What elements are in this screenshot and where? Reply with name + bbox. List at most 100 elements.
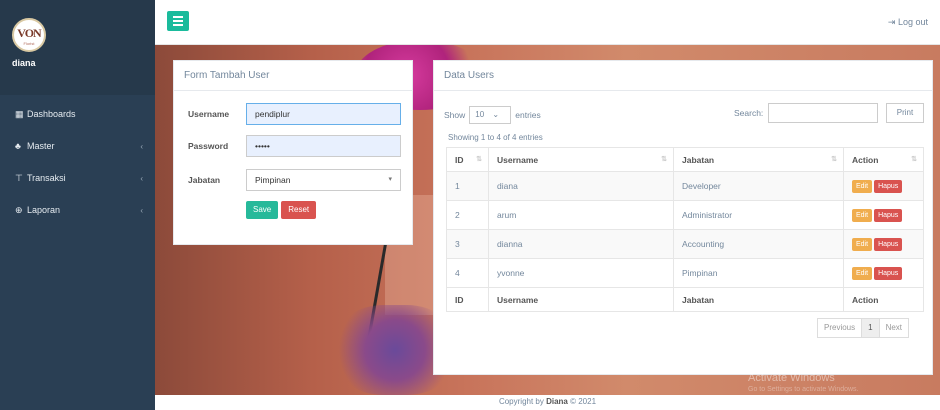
- delete-button[interactable]: Hapus: [874, 208, 903, 222]
- footer-suffix: © 2021: [567, 397, 597, 406]
- logout-link[interactable]: ⇥ Log out: [888, 17, 928, 28]
- next-page-button[interactable]: Next: [878, 318, 910, 338]
- show-label: Show: [444, 110, 466, 120]
- sort-icon: ⇅: [911, 155, 917, 163]
- cell-jabatan: Accounting: [673, 229, 844, 259]
- sign-out-icon: ⇥: [887, 17, 896, 27]
- delete-button[interactable]: Hapus: [874, 179, 903, 193]
- cell-id: 3: [446, 229, 489, 259]
- sidebar-item-transaksi[interactable]: ⊤ Transaksi ‹: [0, 162, 155, 194]
- logo-text: VON: [17, 26, 41, 40]
- username-label: Username: [188, 109, 230, 119]
- entries-label: entries: [515, 110, 541, 120]
- logout-label: Log out: [897, 17, 928, 27]
- search-control: Search:: [734, 103, 879, 123]
- save-button[interactable]: Save: [246, 201, 279, 219]
- cell-id: 1: [446, 171, 489, 201]
- cell-username: yvonne: [488, 258, 674, 288]
- chevron-left-icon: ‹: [140, 141, 143, 151]
- hamburger-icon: [173, 16, 183, 18]
- cell-jabatan: Administrator: [673, 200, 844, 230]
- cell-username: diana: [488, 171, 674, 201]
- form-actions: Save Reset: [246, 201, 317, 219]
- table-info: Showing 1 to 4 of 4 entries: [448, 133, 543, 142]
- column-header-action[interactable]: Action ⇅: [843, 147, 924, 172]
- password-label: Password: [188, 141, 229, 151]
- table-row: 4 yvonne Pimpinan Edit Hapus: [446, 258, 924, 288]
- jabatan-select[interactable]: Pimpinan ▾: [246, 169, 401, 191]
- activate-windows-subtext: Go to Settings to activate Windows.: [748, 386, 859, 393]
- edit-button[interactable]: Edit: [852, 266, 873, 280]
- cell-jabatan: Pimpinan: [673, 258, 844, 288]
- footer-id: ID: [446, 287, 489, 312]
- panel-title: Form Tambah User: [174, 61, 412, 91]
- cell-username: dianna: [488, 229, 674, 259]
- sidebar-profile: VON Florist diana: [0, 0, 155, 95]
- logo-subtext: Florist: [23, 41, 35, 46]
- data-users-panel: Data Users Show 10 ⌄ entries Search: Pri…: [433, 60, 933, 375]
- page-footer: Copyright by Diana © 2021: [155, 395, 940, 410]
- topbar: ⇥ Log out: [155, 0, 940, 45]
- cell-id: 2: [446, 200, 489, 230]
- footer-prefix: Copyright by: [498, 397, 547, 406]
- length-value: 10: [475, 110, 485, 119]
- pagination: Previous 1 Next: [817, 318, 910, 338]
- users-icon: ♣: [15, 141, 21, 151]
- footer-action: Action: [843, 287, 924, 312]
- table-row: 1 diana Developer Edit Hapus: [446, 171, 924, 201]
- footer-username: Username: [488, 287, 674, 312]
- panel-title: Data Users: [434, 61, 932, 91]
- search-label: Search:: [734, 108, 764, 118]
- menu-toggle-button[interactable]: [167, 11, 189, 31]
- activate-windows-watermark: Activate Windows: [748, 372, 835, 384]
- previous-page-button[interactable]: Previous: [817, 318, 863, 338]
- cell-jabatan: Developer: [673, 171, 844, 201]
- cell-action: Edit Hapus: [843, 171, 924, 201]
- entries-length-select[interactable]: 10 ⌄: [469, 106, 512, 124]
- column-header-jabatan[interactable]: Jabatan ⇅: [673, 147, 844, 172]
- form-tambah-user-panel: Form Tambah User Username pendiplur Pass…: [173, 60, 413, 245]
- edit-button[interactable]: Edit: [852, 179, 873, 193]
- sidebar-item-label: Dashboards: [27, 109, 76, 119]
- table-header-row: ID ⇅ Username ⇅ Jabatan ⇅ Action ⇅: [446, 147, 924, 172]
- edit-button[interactable]: Edit: [852, 208, 873, 222]
- sort-icon: ⇅: [476, 155, 482, 163]
- profile-username: diana: [12, 58, 36, 68]
- file-icon: ⊕: [15, 204, 23, 215]
- jabatan-label: Jabatan: [188, 175, 221, 185]
- column-header-username[interactable]: Username ⇅: [488, 147, 674, 172]
- cell-action: Edit Hapus: [843, 258, 924, 288]
- brand-logo[interactable]: VON Florist: [12, 18, 46, 52]
- footer-author: Diana: [546, 397, 568, 406]
- sort-icon: ⇅: [661, 155, 667, 163]
- delete-button[interactable]: Hapus: [874, 266, 903, 280]
- username-input[interactable]: pendiplur: [246, 103, 401, 125]
- jabatan-selected-value: Pimpinan: [255, 175, 291, 185]
- password-input[interactable]: •••••: [246, 135, 401, 157]
- search-input[interactable]: [768, 103, 879, 123]
- footer-jabatan: Jabatan: [673, 287, 844, 312]
- cell-username: arum: [488, 200, 674, 230]
- table-row: 2 arum Administrator Edit Hapus: [446, 200, 924, 230]
- chevron-down-icon: ⌄: [492, 110, 500, 119]
- reset-button[interactable]: Reset: [281, 201, 317, 219]
- table-row: 3 dianna Accounting Edit Hapus: [446, 229, 924, 259]
- cell-action: Edit Hapus: [843, 200, 924, 230]
- sidebar-item-master[interactable]: ♣ Master ‹: [0, 130, 155, 162]
- sidebar-item-laporan[interactable]: ⊕ Laporan ‹: [0, 194, 155, 226]
- edit-button[interactable]: Edit: [852, 237, 873, 251]
- delete-button[interactable]: Hapus: [874, 237, 903, 251]
- cell-id: 4: [446, 258, 489, 288]
- jabatan-row: Jabatan Pimpinan ▾: [188, 169, 401, 191]
- page-1-button[interactable]: 1: [861, 318, 880, 338]
- sidebar-item-dashboards[interactable]: ▦ Dashboards: [0, 98, 155, 130]
- caret-down-icon: ▾: [388, 176, 392, 183]
- sidebar-item-label: Master: [27, 141, 55, 151]
- column-header-id[interactable]: ID ⇅: [446, 147, 489, 172]
- chevron-left-icon: ‹: [140, 173, 143, 183]
- chevron-left-icon: ‹: [140, 205, 143, 215]
- print-button[interactable]: Print: [886, 103, 924, 123]
- password-row: Password •••••: [188, 135, 401, 157]
- sidebar-item-label: Transaksi: [27, 173, 66, 183]
- sidebar-menu: ▦ Dashboards ♣ Master ‹ ⊤ Transaksi ‹ ⊕ …: [0, 98, 155, 226]
